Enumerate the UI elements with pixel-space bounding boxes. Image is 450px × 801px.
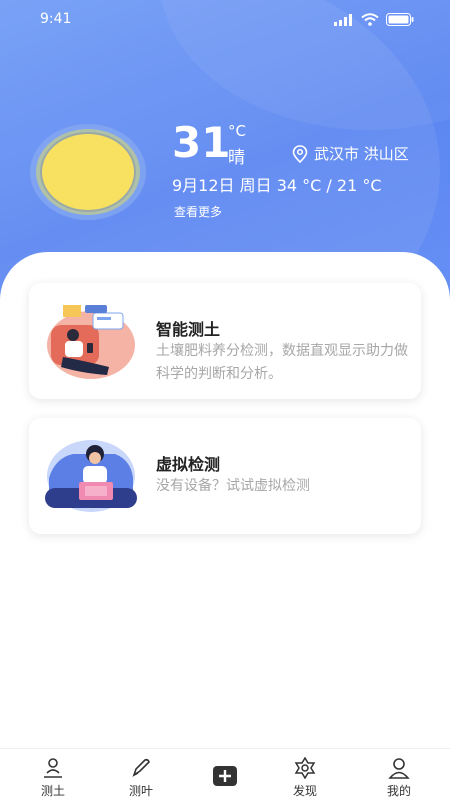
- location-label: 武汉市 洪山区: [314, 145, 409, 163]
- virtual-test-illustration: [45, 440, 137, 512]
- card-title: 虚拟检测: [156, 455, 221, 474]
- tab-discover[interactable]: 发现: [275, 757, 335, 799]
- bottom-tab-bar: 测土 测叶 发现 我的: [0, 748, 450, 801]
- date-forecast: 9月12日 周日 34 °C / 21 °C: [172, 176, 382, 195]
- discover-gear-icon: [294, 757, 316, 779]
- location-pin-icon: [292, 144, 308, 163]
- card-description: 没有设备？试试虚拟检测: [156, 478, 310, 494]
- tab-soil-test[interactable]: 测土: [23, 757, 83, 799]
- virtual-test-card[interactable]: 虚拟检测 没有设备？试试虚拟检测: [29, 418, 421, 534]
- tab-label: 测土: [40, 784, 65, 798]
- location[interactable]: 武汉市 洪山区: [292, 143, 409, 164]
- card-title: 智能测土: [156, 320, 221, 339]
- tab-add[interactable]: [195, 757, 255, 790]
- tab-label: 测叶: [128, 784, 153, 798]
- signal-icon: [334, 13, 352, 26]
- tab-label: 发现: [292, 784, 317, 798]
- smart-soil-test-card[interactable]: 智能测土 土壤肥料养分检测，数据直观显示助力做科学的判断和分析。: [29, 283, 421, 399]
- pen-icon: [132, 758, 150, 777]
- card-description: 土壤肥料养分检测，数据直观显示助力做科学的判断和分析。: [156, 343, 408, 382]
- weather-condition: 晴: [228, 148, 245, 168]
- plus-icon: [213, 766, 237, 786]
- status-bar: 9:41: [0, 0, 450, 40]
- tab-leaf-test[interactable]: 测叶: [111, 757, 171, 799]
- see-more-link[interactable]: 查看更多: [174, 203, 222, 220]
- status-icons: [334, 13, 414, 26]
- tab-profile[interactable]: 我的: [369, 757, 429, 799]
- status-time: 9:41: [40, 11, 72, 27]
- temperature-unit: °C: [228, 122, 246, 140]
- soil-person-icon: [44, 758, 62, 778]
- temperature: 31: [172, 118, 231, 167]
- battery-icon: [386, 13, 414, 26]
- tab-label: 我的: [386, 784, 411, 798]
- wifi-icon: [361, 13, 379, 26]
- smart-soil-illustration: [47, 305, 135, 379]
- sun-icon: [30, 124, 146, 220]
- profile-icon: [388, 758, 410, 779]
